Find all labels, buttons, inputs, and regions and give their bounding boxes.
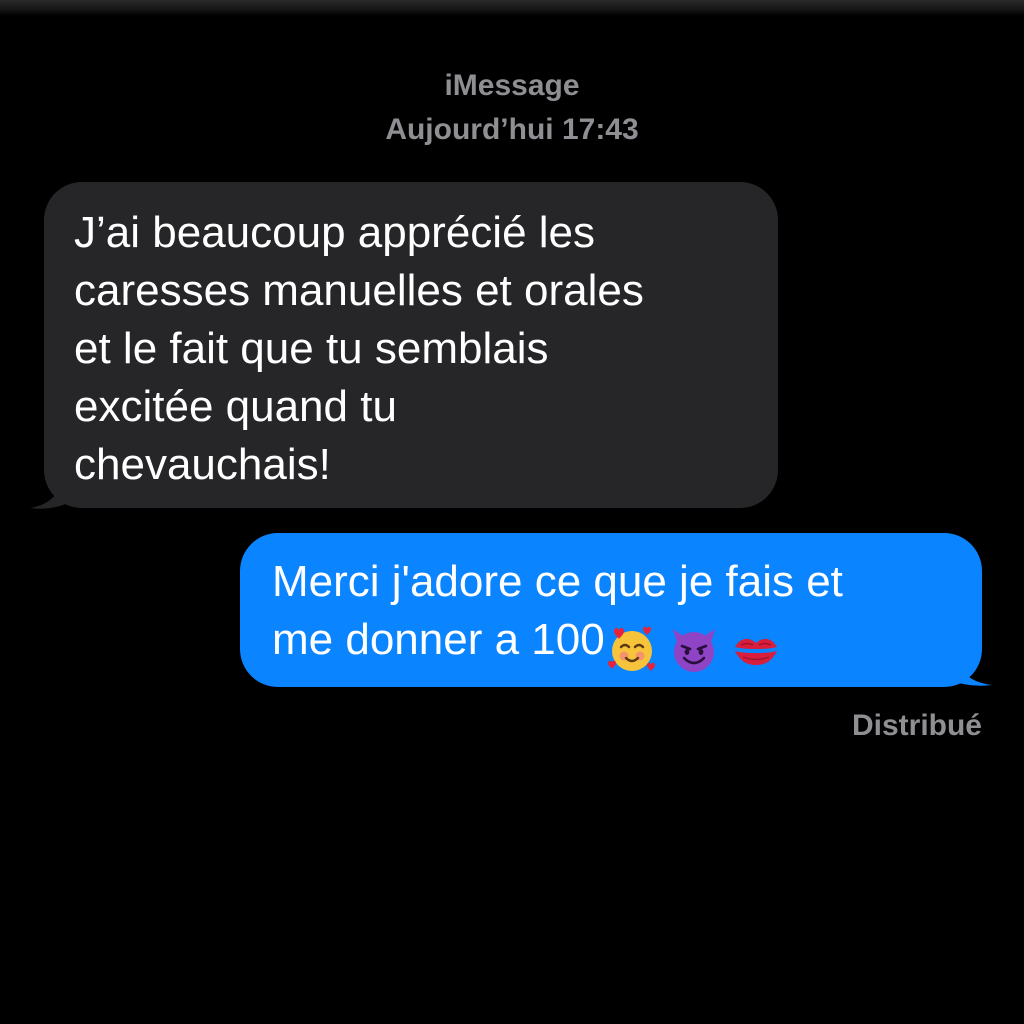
service-label: iMessage [444,69,580,102]
timestamp-label: Aujourd’hui 17:43 [385,113,639,146]
emoji-row [607,619,793,677]
smiling-devil-icon [672,629,715,673]
message-line: J’ai beaucoup apprécié les [74,208,596,257]
message-line: chevauchais! [74,440,331,489]
status-bar-remnant [0,0,1024,16]
message-line: et le fait que tu semblais [74,324,549,373]
message-line: Merci j'adore ce que je fais et [272,557,843,606]
message-line: caresses manuelles et orales [74,266,644,315]
conversation-header: iMessage Aujourd’hui 17:43 [0,64,1024,152]
delivery-status: Distribué [851,709,982,742]
message-line: excitée quand tu [74,382,397,431]
smiling-face-with-hearts-icon [607,627,655,672]
message-line-text: me donner a 100 [272,615,605,664]
kiss-mark-icon [734,639,777,666]
received-message-bubble[interactable]: J’ai beaucoup apprécié les caresses manu… [44,182,778,508]
message-line-with-emojis: me donner a 100 [272,611,962,677]
sent-message-bubble[interactable]: Merci j'adore ce que je fais et me donne… [240,533,982,687]
